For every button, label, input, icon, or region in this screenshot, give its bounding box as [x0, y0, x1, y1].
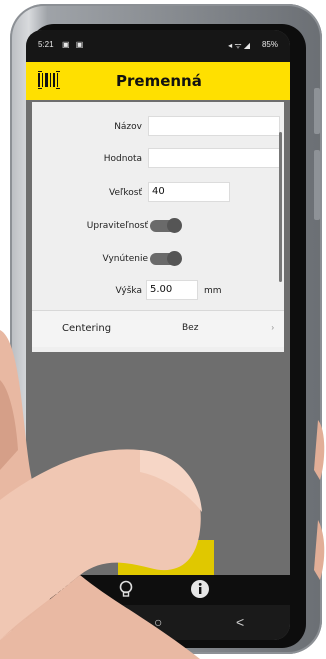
app-header: Premenná	[26, 62, 290, 100]
name-label: Názov	[114, 122, 142, 132]
status-bar: 5:21 ▣ ▣ ◂ ᯤ ◢ 85%	[26, 30, 290, 62]
android-nav-bar: ||| ○ <	[26, 605, 290, 640]
bottom-toolbar	[26, 575, 290, 605]
back-button[interactable]: <	[236, 614, 244, 630]
centering-value: Bez	[182, 323, 199, 333]
toggle-knob	[167, 251, 182, 266]
size-label: Veľkosť	[109, 188, 142, 198]
editable-toggle[interactable]	[150, 218, 182, 233]
height-unit: mm	[204, 286, 222, 296]
info-icon[interactable]	[190, 579, 210, 599]
value-field[interactable]	[148, 148, 280, 168]
signal-icon: ◂ ᯤ ◢	[228, 41, 250, 50]
barcode-icon[interactable]	[38, 71, 60, 89]
size-field[interactable]: 40	[148, 182, 230, 202]
photo-stage: 5:21 ▣ ▣ ◂ ᯤ ◢ 85% Premenná Názov Hodnot…	[0, 0, 326, 659]
action-button[interactable]	[118, 540, 214, 580]
centering-label: Centering	[62, 323, 112, 334]
toggle-knob	[167, 218, 182, 233]
height-label: Výška	[115, 286, 143, 296]
recent-apps-button[interactable]: |||	[82, 614, 93, 630]
name-field[interactable]	[148, 116, 280, 136]
notification-icons: ▣ ▣	[62, 40, 86, 49]
home-button[interactable]: ○	[154, 614, 162, 630]
centering-select[interactable]: Centering Bez ›	[32, 310, 284, 347]
status-time: 5:21	[38, 40, 54, 49]
value-label: Hodnota	[103, 154, 142, 164]
chevron-right-icon: ›	[271, 323, 274, 332]
barcode-icon[interactable]	[56, 583, 74, 597]
variable-form: Názov Hodnota Veľkosť 40 Upraviteľnosť V…	[32, 102, 284, 352]
scrollbar[interactable]	[279, 132, 282, 282]
battery-level: 85%	[261, 40, 278, 49]
bulb-icon[interactable]	[119, 580, 133, 600]
volume-button	[314, 150, 320, 220]
height-field[interactable]: 5.00	[146, 280, 198, 300]
power-button	[314, 88, 320, 134]
app-screen: 5:21 ▣ ▣ ◂ ᯤ ◢ 85% Premenná Názov Hodnot…	[26, 30, 290, 640]
page-title: Premenná	[116, 72, 202, 90]
forced-toggle[interactable]	[150, 251, 182, 266]
editable-label: Upraviteľnosť	[86, 221, 148, 231]
forced-label: Vynútenie	[102, 254, 148, 264]
